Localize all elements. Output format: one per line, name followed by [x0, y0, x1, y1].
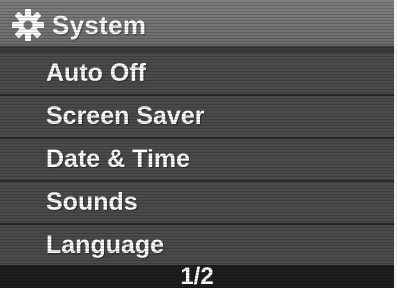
- gear-icon: [12, 9, 44, 41]
- menu-item-label: Auto Off: [46, 59, 146, 87]
- menu-item-date-time[interactable]: Date & Time: [0, 139, 394, 181]
- menu-item-label: Date & Time: [46, 145, 191, 173]
- menu-item-label: Screen Saver: [46, 102, 205, 130]
- settings-menu: Auto Off Screen Saver Date & Time Sounds…: [0, 53, 394, 265]
- menu-item-label: Sounds: [46, 188, 138, 216]
- page-indicator: 1/2: [180, 263, 214, 288]
- menu-item-sounds[interactable]: Sounds: [0, 182, 394, 224]
- menu-item-label: Language: [46, 231, 165, 259]
- menu-header: System: [0, 0, 394, 46]
- menu-item-language[interactable]: Language: [0, 225, 394, 267]
- menu-title: System: [52, 10, 147, 40]
- menu-item-auto-off[interactable]: Auto Off: [0, 53, 394, 95]
- menu-item-screen-saver[interactable]: Screen Saver: [0, 96, 394, 138]
- menu-footer: 1/2: [0, 263, 394, 288]
- device-screen: System Auto Off Screen Saver Date & Time…: [0, 0, 394, 288]
